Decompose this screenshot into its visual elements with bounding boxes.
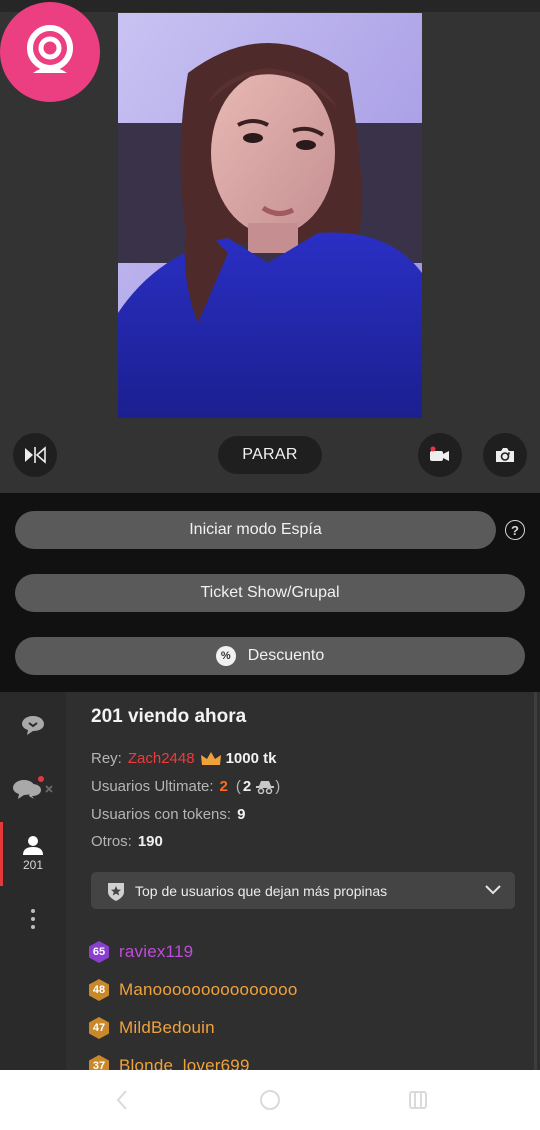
king-username[interactable]: Zach2448 bbox=[128, 750, 195, 767]
viewer-count-label: 201 bbox=[22, 858, 44, 872]
home-icon[interactable] bbox=[258, 1088, 282, 1112]
back-icon[interactable] bbox=[112, 1088, 132, 1112]
user-icon bbox=[23, 836, 43, 855]
viewer-panel: 201 201 viendo ahora Rey: Zach2448 1000 … bbox=[0, 692, 540, 1070]
tokens-label: Usuarios con tokens: bbox=[91, 806, 232, 823]
others-count: 190 bbox=[137, 833, 163, 850]
username: MildBedouin bbox=[119, 1018, 215, 1037]
video-area bbox=[0, 0, 540, 418]
percent-badge-icon: % bbox=[215, 646, 236, 666]
camera-rotate-icon bbox=[496, 448, 514, 462]
panel-scrollbar[interactable] bbox=[534, 692, 537, 1070]
list-item[interactable]: 37 Blonde_lover699 bbox=[87, 1054, 250, 1070]
flip-horizontal-icon bbox=[25, 446, 46, 464]
chevron-down-icon bbox=[485, 885, 501, 895]
others-label: Otros: bbox=[91, 833, 132, 850]
ultimate-hidden-close: ) bbox=[275, 778, 281, 795]
token-users-row: Usuarios con tokens: 9 bbox=[91, 806, 245, 823]
ultimate-row: Usuarios Ultimate: 2 ( 2 ) bbox=[91, 778, 280, 795]
status-strip bbox=[0, 0, 540, 12]
ultimate-hidden-count: 2 bbox=[242, 778, 252, 795]
sidebar-item-private-chat[interactable] bbox=[0, 776, 66, 800]
flip-camera-button[interactable] bbox=[13, 433, 57, 477]
show-actions: Iniciar modo Espía ? Ticket Show/Grupal … bbox=[0, 493, 540, 692]
others-row: Otros: 190 bbox=[91, 833, 163, 850]
sidebar-item-viewers[interactable]: 201 bbox=[0, 834, 66, 872]
list-item[interactable]: 65 raviex119 bbox=[87, 940, 193, 964]
video-camera-icon bbox=[430, 446, 449, 461]
level-badge-icon: 47 bbox=[87, 1016, 111, 1040]
live-stream-video bbox=[118, 13, 422, 418]
switch-camera-button[interactable] bbox=[483, 433, 527, 477]
list-item[interactable]: 48 Manooooooooooooooo bbox=[87, 978, 298, 1002]
chat-bubble-icon bbox=[22, 716, 44, 735]
private-chat-off-icon bbox=[13, 776, 53, 799]
star-shield-icon bbox=[108, 882, 124, 901]
system-navigation-bar bbox=[0, 1070, 540, 1130]
viewing-now-heading: 201 viendo ahora bbox=[91, 706, 247, 727]
ultimate-count: 2 bbox=[219, 778, 228, 795]
stop-stream-button[interactable]: PARAR bbox=[218, 436, 322, 474]
ultimate-hidden-open: ( bbox=[235, 778, 241, 795]
spy-mode-label: Iniciar modo Espía bbox=[189, 521, 322, 538]
username: raviex119 bbox=[119, 942, 194, 961]
level-badge-icon: 37 bbox=[87, 1054, 111, 1070]
recent-apps-icon[interactable] bbox=[406, 1088, 430, 1112]
camera-settings-button[interactable] bbox=[418, 433, 462, 477]
incognito-icon bbox=[256, 780, 275, 794]
help-icon[interactable]: ? bbox=[505, 520, 525, 540]
king-label: Rey: bbox=[91, 750, 122, 767]
more-options-button[interactable] bbox=[0, 908, 66, 930]
webcam-logo-icon[interactable] bbox=[0, 2, 100, 102]
sidebar-item-chat[interactable] bbox=[0, 714, 66, 736]
top-tippers-dropdown[interactable]: Top de usuarios que dejan más propinas bbox=[91, 872, 515, 909]
level-badge-icon: 48 bbox=[87, 978, 111, 1002]
username: Manooooooooooooooo bbox=[119, 980, 298, 999]
list-item[interactable]: 47 MildBedouin bbox=[87, 1016, 215, 1040]
discount-label: Descuento bbox=[247, 647, 325, 664]
top-tippers-label: Top de usuarios que dejan más propinas bbox=[135, 882, 388, 899]
more-vertical-icon bbox=[31, 909, 35, 929]
panel-sidebar: 201 bbox=[0, 692, 66, 1070]
king-tokens: 1000 tk bbox=[225, 750, 277, 767]
crown-icon bbox=[200, 751, 221, 765]
discount-button[interactable]: % Descuento bbox=[15, 637, 525, 675]
ticket-show-label: Ticket Show/Grupal bbox=[200, 584, 340, 601]
tokens-count: 9 bbox=[237, 806, 246, 823]
king-row: Rey: Zach2448 1000 tk bbox=[91, 750, 276, 767]
username: Blonde_lover699 bbox=[119, 1056, 250, 1070]
ultimate-label: Usuarios Ultimate: bbox=[91, 778, 214, 795]
level-badge-icon: 65 bbox=[87, 940, 111, 964]
stream-controls: PARAR bbox=[0, 418, 540, 493]
spy-mode-button[interactable]: Iniciar modo Espía bbox=[15, 511, 496, 549]
ticket-show-button[interactable]: Ticket Show/Grupal bbox=[15, 574, 525, 612]
